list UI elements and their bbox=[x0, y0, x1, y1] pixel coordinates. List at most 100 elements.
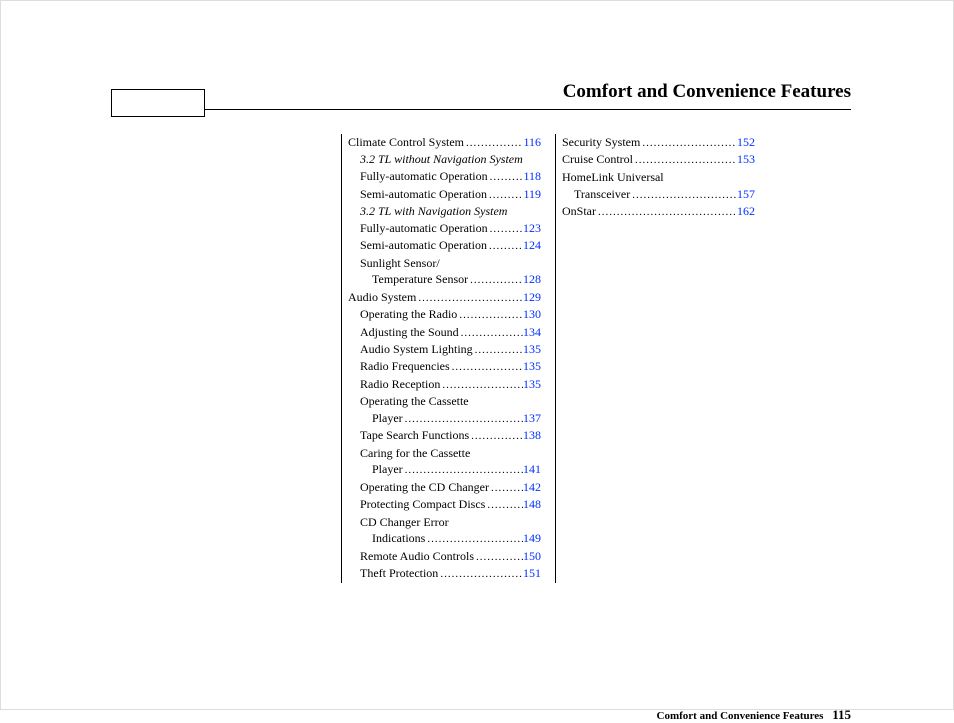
toc-entry-label: Fully-automatic Operation bbox=[360, 220, 488, 237]
toc-page-link[interactable]: 129 bbox=[523, 289, 541, 306]
toc-page-link[interactable]: 119 bbox=[523, 186, 541, 203]
toc-entry: Security System 152 bbox=[562, 134, 755, 151]
toc-page-link[interactable]: 116 bbox=[523, 134, 541, 151]
toc-page-link[interactable]: 157 bbox=[737, 186, 755, 203]
toc-entry-label: Caring for the Cassette bbox=[360, 445, 470, 462]
toc-entry-label: Radio Reception bbox=[360, 376, 440, 393]
toc-page-link[interactable]: 135 bbox=[523, 376, 541, 393]
toc-entry: Tape Search Functions 138 bbox=[348, 427, 541, 444]
toc-entry-label: Climate Control System bbox=[348, 134, 464, 151]
toc-entry: Temperature Sensor128 bbox=[348, 271, 541, 288]
toc-entry-label: Operating the Cassette bbox=[360, 393, 469, 410]
toc-entry: Semi-automatic Operation 119 bbox=[348, 186, 541, 203]
toc-entry-label: CD Changer Error bbox=[360, 514, 449, 531]
toc-page-link[interactable]: 118 bbox=[523, 168, 541, 185]
toc-entry: Protecting Compact Discs 148 bbox=[348, 496, 541, 513]
footer-section-label: Comfort and Convenience Features bbox=[657, 710, 824, 722]
toc-entry: Fully-automatic Operation 118 bbox=[348, 168, 541, 185]
toc-leader-dots bbox=[640, 136, 737, 151]
table-of-contents: Climate Control System 1163.2 TL without … bbox=[341, 134, 851, 583]
toc-entry-label: Fully-automatic Operation bbox=[360, 168, 488, 185]
toc-entry: OnStar 162 bbox=[562, 203, 755, 220]
toc-page-link[interactable]: 124 bbox=[523, 237, 541, 254]
toc-entry-label: Theft Protection bbox=[360, 565, 438, 582]
toc-entry-label: Operating the CD Changer bbox=[360, 479, 489, 496]
toc-entry: Adjusting the Sound134 bbox=[348, 324, 541, 341]
toc-entry-label: HomeLink Universal bbox=[562, 169, 664, 186]
toc-entry: Operating the Radio 130 bbox=[348, 306, 541, 323]
toc-page-link[interactable]: 128 bbox=[523, 271, 541, 288]
toc-leader-dots bbox=[403, 463, 523, 478]
toc-entry: 3.2 TL without Navigation System bbox=[348, 151, 541, 168]
toc-page-link[interactable]: 141 bbox=[523, 461, 541, 478]
toc-leader-dots bbox=[450, 360, 523, 375]
toc-page-link[interactable]: 138 bbox=[523, 427, 541, 444]
toc-entry-label: Tape Search Functions bbox=[360, 427, 469, 444]
toc-leader-dots bbox=[403, 412, 523, 427]
toc-entry: Player141 bbox=[348, 461, 541, 478]
toc-page-link[interactable]: 162 bbox=[737, 203, 755, 220]
toc-entry-label: Transceiver bbox=[574, 186, 630, 203]
toc-entry: Radio Frequencies 135 bbox=[348, 358, 541, 375]
toc-entry-label: Cruise Control bbox=[562, 151, 633, 168]
toc-entry-label: Security System bbox=[562, 134, 640, 151]
toc-leader-dots bbox=[440, 378, 523, 393]
toc-page-link[interactable]: 148 bbox=[523, 496, 541, 513]
toc-entry: Audio System Lighting135 bbox=[348, 341, 541, 358]
toc-page-link[interactable]: 135 bbox=[523, 341, 541, 358]
toc-leader-dots bbox=[596, 205, 737, 220]
toc-entry-label: Sunlight Sensor/ bbox=[360, 255, 440, 272]
toc-leader-dots bbox=[630, 188, 737, 203]
footer-page-number: 115 bbox=[832, 707, 851, 722]
toc-entry: Theft Protection 151 bbox=[348, 565, 541, 582]
toc-leader-dots bbox=[487, 239, 523, 254]
toc-page-link[interactable]: 153 bbox=[737, 151, 755, 168]
toc-page-link[interactable]: 152 bbox=[737, 134, 755, 151]
page: Comfort and Convenience Features Climate… bbox=[111, 81, 851, 583]
toc-entry: CD Changer Error bbox=[348, 514, 541, 531]
toc-page-link[interactable]: 149 bbox=[523, 530, 541, 547]
section-title: Comfort and Convenience Features bbox=[111, 81, 851, 107]
toc-entry-label: Indications bbox=[372, 530, 425, 547]
toc-page-link[interactable]: 135 bbox=[523, 358, 541, 375]
toc-page-link[interactable]: 142 bbox=[523, 479, 541, 496]
toc-entry: Operating the CD Changer 142 bbox=[348, 479, 541, 496]
toc-leader-dots bbox=[474, 550, 523, 565]
toc-leader-dots bbox=[425, 532, 523, 547]
toc-entry: Cruise Control 153 bbox=[562, 151, 755, 168]
toc-entry-label: Player bbox=[372, 410, 403, 427]
toc-column-2: Security System 152 Cruise Control 153 HomeL… bbox=[555, 134, 755, 583]
corner-box bbox=[111, 89, 205, 117]
toc-entry-label: 3.2 TL with Navigation System bbox=[360, 203, 507, 220]
toc-page-link[interactable]: 134 bbox=[523, 324, 541, 341]
toc-entry: Caring for the Cassette bbox=[348, 445, 541, 462]
toc-entry-label: Radio Frequencies bbox=[360, 358, 450, 375]
toc-entry-label: OnStar bbox=[562, 203, 596, 220]
toc-entry: Remote Audio Controls150 bbox=[348, 548, 541, 565]
toc-page-link[interactable]: 130 bbox=[523, 306, 541, 323]
toc-entry-label: Semi-automatic Operation bbox=[360, 186, 487, 203]
toc-entry-label: Protecting Compact Discs bbox=[360, 496, 485, 513]
toc-leader-dots bbox=[488, 170, 524, 185]
toc-entry: Player 137 bbox=[348, 410, 541, 427]
title-rule bbox=[111, 109, 851, 110]
toc-page-link[interactable]: 123 bbox=[523, 220, 541, 237]
toc-page-link[interactable]: 137 bbox=[523, 410, 541, 427]
toc-leader-dots bbox=[489, 481, 523, 496]
toc-entry-label: Operating the Radio bbox=[360, 306, 457, 323]
toc-leader-dots bbox=[457, 308, 523, 323]
toc-entry: Transceiver 157 bbox=[562, 186, 755, 203]
toc-entry: Operating the Cassette bbox=[348, 393, 541, 410]
toc-entry-label: Semi-automatic Operation bbox=[360, 237, 487, 254]
toc-leader-dots bbox=[473, 343, 523, 358]
toc-leader-dots bbox=[469, 429, 523, 444]
toc-leader-dots bbox=[485, 498, 523, 513]
toc-page-link[interactable]: 150 bbox=[523, 548, 541, 565]
toc-entry: Climate Control System 116 bbox=[348, 134, 541, 151]
toc-entry: Audio System129 bbox=[348, 289, 541, 306]
toc-leader-dots bbox=[416, 291, 523, 306]
toc-page-link[interactable]: 151 bbox=[523, 565, 541, 582]
toc-leader-dots bbox=[633, 153, 737, 168]
toc-entry: Semi-automatic Operation 124 bbox=[348, 237, 541, 254]
toc-entry: HomeLink Universal bbox=[562, 169, 755, 186]
